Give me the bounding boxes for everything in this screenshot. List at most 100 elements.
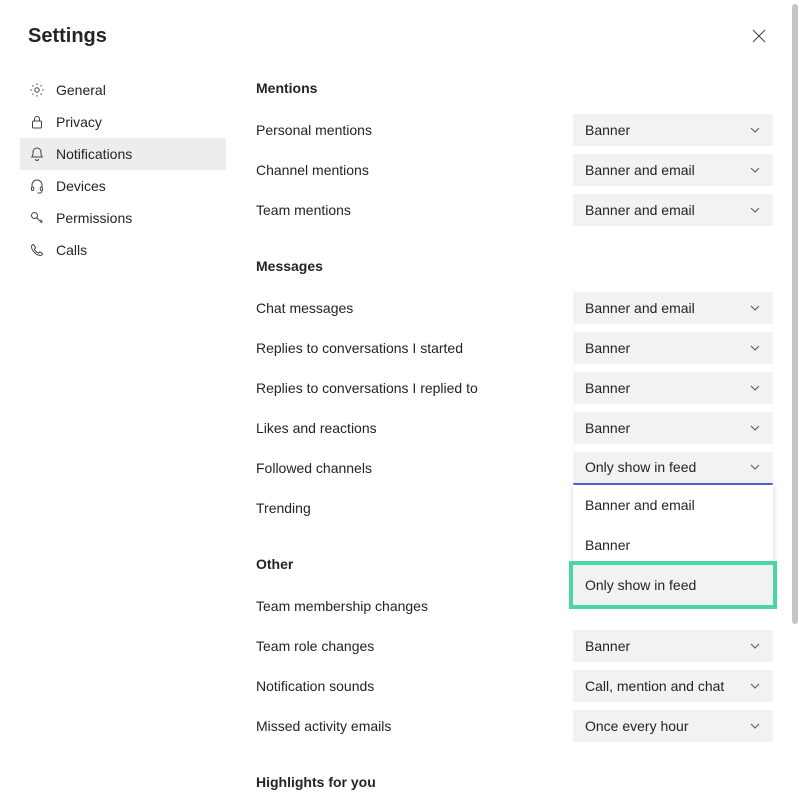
sidebar-item-permissions[interactable]: Permissions xyxy=(20,202,226,234)
select-value: Banner and email xyxy=(585,300,695,316)
section-title-messages: Messages xyxy=(256,258,773,274)
dropdown-option-label: Only show in feed xyxy=(585,577,696,593)
select-wrap: Call, mention and chat xyxy=(573,670,773,702)
select-value: Banner and email xyxy=(585,202,695,218)
dropdown-option[interactable]: Banner and email xyxy=(573,485,773,525)
body: General Privacy Notifications Devices xyxy=(0,56,799,796)
setting-label: Team mentions xyxy=(256,202,351,218)
headset-icon xyxy=(28,177,46,195)
chevron-down-icon xyxy=(749,720,761,732)
select-wrap: Banner and email xyxy=(573,154,773,186)
setting-label: Notification sounds xyxy=(256,678,374,694)
chevron-down-icon xyxy=(749,302,761,314)
scrollbar-thumb[interactable] xyxy=(792,4,798,624)
select-wrap: Banner and email xyxy=(573,292,773,324)
dropdown-option[interactable]: Banner xyxy=(573,525,773,565)
select-wrap: Only show in feed Banner and email Banne… xyxy=(573,452,773,485)
setting-label: Team role changes xyxy=(256,638,374,654)
setting-label: Trending xyxy=(256,500,311,516)
sidebar-item-label: Devices xyxy=(56,178,106,194)
setting-label: Team membership changes xyxy=(256,598,428,614)
select-wrap: Banner xyxy=(573,630,773,662)
select-chat-messages[interactable]: Banner and email xyxy=(573,292,773,324)
setting-row: Team role changes Banner xyxy=(256,626,773,666)
setting-label: Personal mentions xyxy=(256,122,372,138)
dropdown-option-highlighted[interactable]: Only show in feed xyxy=(569,561,777,609)
chevron-down-icon xyxy=(749,382,761,394)
select-replies-started[interactable]: Banner xyxy=(573,332,773,364)
select-likes-reactions[interactable]: Banner xyxy=(573,412,773,444)
header: Settings xyxy=(0,0,799,56)
setting-label: Replies to conversations I started xyxy=(256,340,463,356)
content: Mentions Personal mentions Banner Channe… xyxy=(246,74,799,796)
sidebar: General Privacy Notifications Devices xyxy=(0,74,246,796)
select-replies-replied[interactable]: Banner xyxy=(573,372,773,404)
select-value: Banner xyxy=(585,122,630,138)
setting-row: Chat messages Banner and email xyxy=(256,288,773,328)
setting-label: Missed activity emails xyxy=(256,718,391,734)
close-icon xyxy=(752,29,766,43)
select-wrap: Banner xyxy=(573,332,773,364)
section-title-highlights: Highlights for you xyxy=(256,774,773,790)
setting-row: Personal mentions Banner xyxy=(256,110,773,150)
select-value: Banner and email xyxy=(585,162,695,178)
chevron-down-icon xyxy=(749,204,761,216)
setting-label: Replies to conversations I replied to xyxy=(256,380,478,396)
sidebar-item-devices[interactable]: Devices xyxy=(20,170,226,202)
setting-row: Replies to conversations I replied to Ba… xyxy=(256,368,773,408)
select-channel-mentions[interactable]: Banner and email xyxy=(573,154,773,186)
setting-row: Likes and reactions Banner xyxy=(256,408,773,448)
select-value: Banner xyxy=(585,638,630,654)
chevron-down-icon xyxy=(749,164,761,176)
chevron-down-icon xyxy=(749,640,761,652)
setting-row: Team mentions Banner and email xyxy=(256,190,773,230)
chevron-down-icon xyxy=(749,124,761,136)
scrollbar-track[interactable] xyxy=(791,4,799,792)
page-title: Settings xyxy=(28,25,107,48)
select-team-role-changes[interactable]: Banner xyxy=(573,630,773,662)
select-wrap: Banner and email xyxy=(573,194,773,226)
settings-window: Settings General Privacy xyxy=(0,0,799,796)
select-missed-activity-emails[interactable]: Once every hour xyxy=(573,710,773,742)
select-notification-sounds[interactable]: Call, mention and chat xyxy=(573,670,773,702)
bell-icon xyxy=(28,145,46,163)
select-value: Banner xyxy=(585,420,630,436)
lock-icon xyxy=(28,113,46,131)
chevron-down-icon xyxy=(749,342,761,354)
chevron-down-icon xyxy=(749,680,761,692)
chevron-down-icon xyxy=(749,461,761,473)
select-team-mentions[interactable]: Banner and email xyxy=(573,194,773,226)
close-button[interactable] xyxy=(747,24,771,48)
setting-row: Missed activity emails Once every hour xyxy=(256,706,773,746)
sidebar-item-calls[interactable]: Calls xyxy=(20,234,226,266)
dropdown-followed-channels: Banner and email Banner Only show in fee… xyxy=(573,485,773,605)
setting-row: Notification sounds Call, mention and ch… xyxy=(256,666,773,706)
setting-row: Channel mentions Banner and email xyxy=(256,150,773,190)
select-value: Banner xyxy=(585,340,630,356)
sidebar-item-general[interactable]: General xyxy=(20,74,226,106)
sidebar-item-label: Permissions xyxy=(56,210,132,226)
select-wrap: Banner xyxy=(573,372,773,404)
setting-row: Followed channels Only show in feed Bann… xyxy=(256,448,773,488)
chevron-down-icon xyxy=(749,422,761,434)
dropdown-option-label: Banner xyxy=(585,537,630,553)
sidebar-item-label: General xyxy=(56,82,106,98)
select-wrap: Once every hour xyxy=(573,710,773,742)
dropdown-option-label: Banner and email xyxy=(585,497,695,513)
setting-label: Likes and reactions xyxy=(256,420,377,436)
sidebar-item-label: Calls xyxy=(56,242,87,258)
setting-row: Replies to conversations I started Banne… xyxy=(256,328,773,368)
sidebar-item-notifications[interactable]: Notifications xyxy=(20,138,226,170)
sidebar-item-privacy[interactable]: Privacy xyxy=(20,106,226,138)
select-value: Call, mention and chat xyxy=(585,678,724,694)
sidebar-item-label: Privacy xyxy=(56,114,102,130)
section-title-mentions: Mentions xyxy=(256,80,773,96)
select-followed-channels[interactable]: Only show in feed xyxy=(573,452,773,485)
setting-label: Followed channels xyxy=(256,460,372,476)
select-personal-mentions[interactable]: Banner xyxy=(573,114,773,146)
select-value: Only show in feed xyxy=(585,459,696,475)
setting-label: Chat messages xyxy=(256,300,353,316)
setting-label: Channel mentions xyxy=(256,162,369,178)
key-icon xyxy=(28,209,46,227)
select-wrap: Banner xyxy=(573,114,773,146)
